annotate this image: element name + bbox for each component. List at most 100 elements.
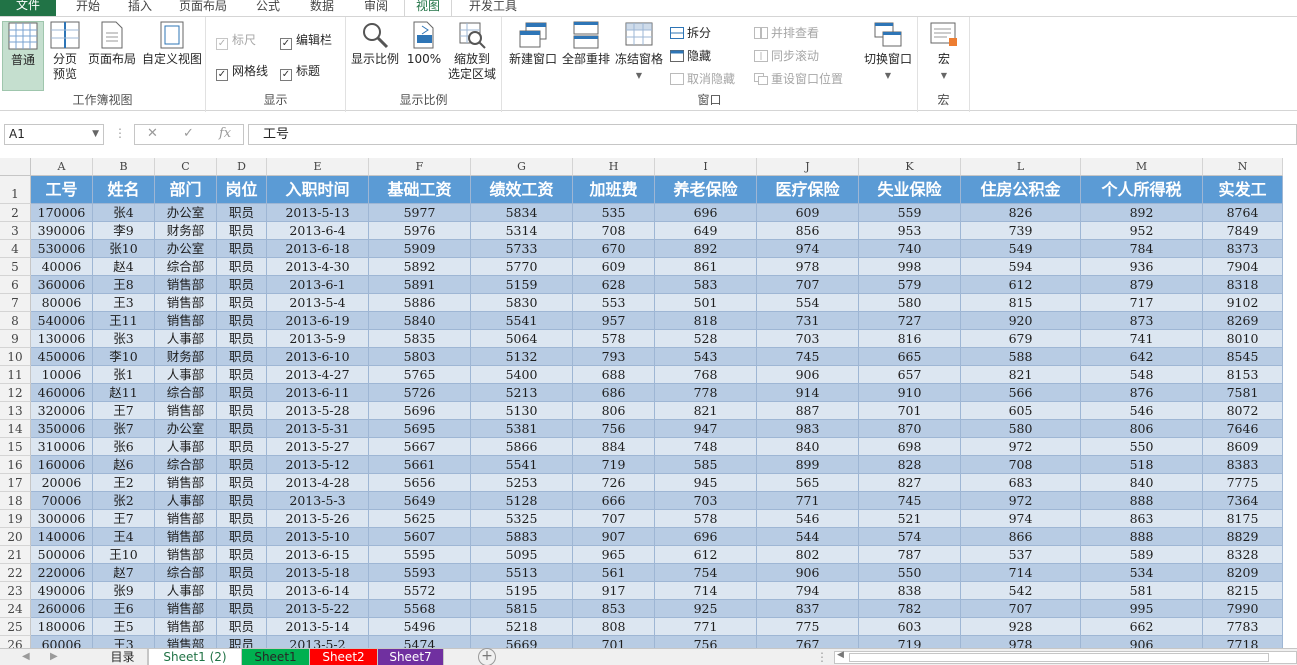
table-cell[interactable]: 职员 — [217, 474, 267, 492]
header-cell[interactable]: 姓名 — [93, 176, 155, 204]
reset-window-position-button[interactable]: 重设窗口位置 — [754, 71, 843, 87]
select-all-corner[interactable] — [0, 158, 31, 176]
table-cell[interactable]: 职员 — [217, 582, 267, 600]
table-cell[interactable]: 5159 — [471, 276, 573, 294]
table-cell[interactable]: 5572 — [369, 582, 471, 600]
table-cell[interactable]: 899 — [757, 456, 859, 474]
table-cell[interactable]: 7775 — [1203, 474, 1283, 492]
ribbon-tab[interactable]: 视图 — [404, 0, 452, 16]
table-cell[interactable]: 5496 — [369, 618, 471, 636]
header-cell[interactable]: 医疗保险 — [757, 176, 859, 204]
table-cell[interactable]: 578 — [655, 510, 757, 528]
table-cell[interactable]: 2013-6-11 — [267, 384, 369, 402]
table-cell[interactable]: 8609 — [1203, 438, 1283, 456]
table-cell[interactable]: 5765 — [369, 366, 471, 384]
header-cell[interactable]: 失业保险 — [859, 176, 961, 204]
table-cell[interactable]: 521 — [859, 510, 961, 528]
table-cell[interactable]: 5474 — [369, 636, 471, 648]
table-cell[interactable]: 5840 — [369, 312, 471, 330]
table-cell[interactable]: 745 — [757, 348, 859, 366]
switch-windows-button[interactable]: 切换窗口 ▼ — [860, 21, 916, 83]
table-cell[interactable]: 528 — [655, 330, 757, 348]
table-cell[interactable]: 80006 — [31, 294, 93, 312]
more-icon[interactable]: ⋮ — [816, 649, 828, 665]
new-window-button[interactable]: 新建窗口 — [506, 21, 560, 67]
chevron-down-icon[interactable]: ▼ — [92, 125, 99, 144]
table-cell[interactable]: 5667 — [369, 438, 471, 456]
table-cell[interactable]: 605 — [961, 402, 1081, 420]
table-cell[interactable]: 销售部 — [155, 312, 217, 330]
table-cell[interactable]: 701 — [859, 402, 961, 420]
gridlines-checkbox[interactable]: ✓ 网格线 — [216, 63, 268, 81]
table-cell[interactable]: 7364 — [1203, 492, 1283, 510]
table-cell[interactable]: 907 — [573, 528, 655, 546]
table-cell[interactable]: 8010 — [1203, 330, 1283, 348]
table-cell[interactable]: 5568 — [369, 600, 471, 618]
table-cell[interactable]: 740 — [859, 240, 961, 258]
table-cell[interactable]: 5733 — [471, 240, 573, 258]
table-cell[interactable]: 5803 — [369, 348, 471, 366]
table-cell[interactable]: 863 — [1081, 510, 1203, 528]
table-cell[interactable]: 王7 — [93, 510, 155, 528]
header-cell[interactable]: 部门 — [155, 176, 217, 204]
header-cell[interactable]: 实发工 — [1203, 176, 1283, 204]
table-cell[interactable]: 职员 — [217, 636, 267, 648]
table-cell[interactable]: 745 — [859, 492, 961, 510]
column-header[interactable]: B — [93, 158, 155, 176]
table-cell[interactable]: 5195 — [471, 582, 573, 600]
table-cell[interactable]: 180006 — [31, 618, 93, 636]
table-cell[interactable]: 办公室 — [155, 204, 217, 222]
table-cell[interactable]: 职员 — [217, 510, 267, 528]
table-cell[interactable]: 554 — [757, 294, 859, 312]
split-button[interactable]: 拆分 — [670, 25, 711, 41]
table-cell[interactable]: 160006 — [31, 456, 93, 474]
table-cell[interactable]: 7581 — [1203, 384, 1283, 402]
table-cell[interactable]: 550 — [859, 564, 961, 582]
sheet-tab[interactable]: Sheet1 — [242, 649, 310, 665]
headings-checkbox[interactable]: ✓ 标题 — [280, 63, 320, 81]
table-cell[interactable]: 职员 — [217, 222, 267, 240]
table-cell[interactable]: 5400 — [471, 366, 573, 384]
table-cell[interactable]: 708 — [961, 456, 1081, 474]
table-cell[interactable]: 888 — [1081, 528, 1203, 546]
table-cell[interactable]: 945 — [655, 474, 757, 492]
page-break-preview-button[interactable]: 分页 预览 — [46, 21, 84, 82]
table-cell[interactable]: 583 — [655, 276, 757, 294]
table-cell[interactable]: 职员 — [217, 456, 267, 474]
macros-button[interactable]: 宏 ▼ — [922, 21, 966, 83]
table-cell[interactable]: 8215 — [1203, 582, 1283, 600]
table-cell[interactable]: 王5 — [93, 618, 155, 636]
header-cell[interactable]: 绩效工资 — [471, 176, 573, 204]
table-cell[interactable]: 销售部 — [155, 636, 217, 648]
header-cell[interactable]: 岗位 — [217, 176, 267, 204]
row-header[interactable]: 2 — [0, 204, 31, 222]
table-cell[interactable]: 827 — [859, 474, 961, 492]
table-cell[interactable]: 550 — [1081, 438, 1203, 456]
column-header[interactable]: E — [267, 158, 369, 176]
table-cell[interactable]: 销售部 — [155, 546, 217, 564]
unhide-button[interactable]: 取消隐藏 — [670, 71, 735, 87]
table-cell[interactable]: 892 — [1081, 204, 1203, 222]
table-cell[interactable]: 965 — [573, 546, 655, 564]
table-cell[interactable]: 802 — [757, 546, 859, 564]
table-cell[interactable]: 张3 — [93, 330, 155, 348]
table-cell[interactable]: 879 — [1081, 276, 1203, 294]
row-header[interactable]: 10 — [0, 348, 31, 366]
table-cell[interactable]: 2013-5-31 — [267, 420, 369, 438]
table-cell[interactable]: 500006 — [31, 546, 93, 564]
table-cell[interactable]: 649 — [655, 222, 757, 240]
table-cell[interactable]: 544 — [757, 528, 859, 546]
table-cell[interactable]: 910 — [859, 384, 961, 402]
table-cell[interactable]: 952 — [1081, 222, 1203, 240]
table-cell[interactable]: 2013-5-18 — [267, 564, 369, 582]
row-header[interactable]: 23 — [0, 582, 31, 600]
table-cell[interactable]: 220006 — [31, 564, 93, 582]
table-cell[interactable]: 5892 — [369, 258, 471, 276]
table-cell[interactable]: 5883 — [471, 528, 573, 546]
column-header[interactable]: D — [217, 158, 267, 176]
table-cell[interactable]: 707 — [573, 510, 655, 528]
table-cell[interactable]: 2013-6-14 — [267, 582, 369, 600]
table-cell[interactable]: 王3 — [93, 294, 155, 312]
row-header[interactable]: 8 — [0, 312, 31, 330]
table-cell[interactable]: 726 — [573, 474, 655, 492]
